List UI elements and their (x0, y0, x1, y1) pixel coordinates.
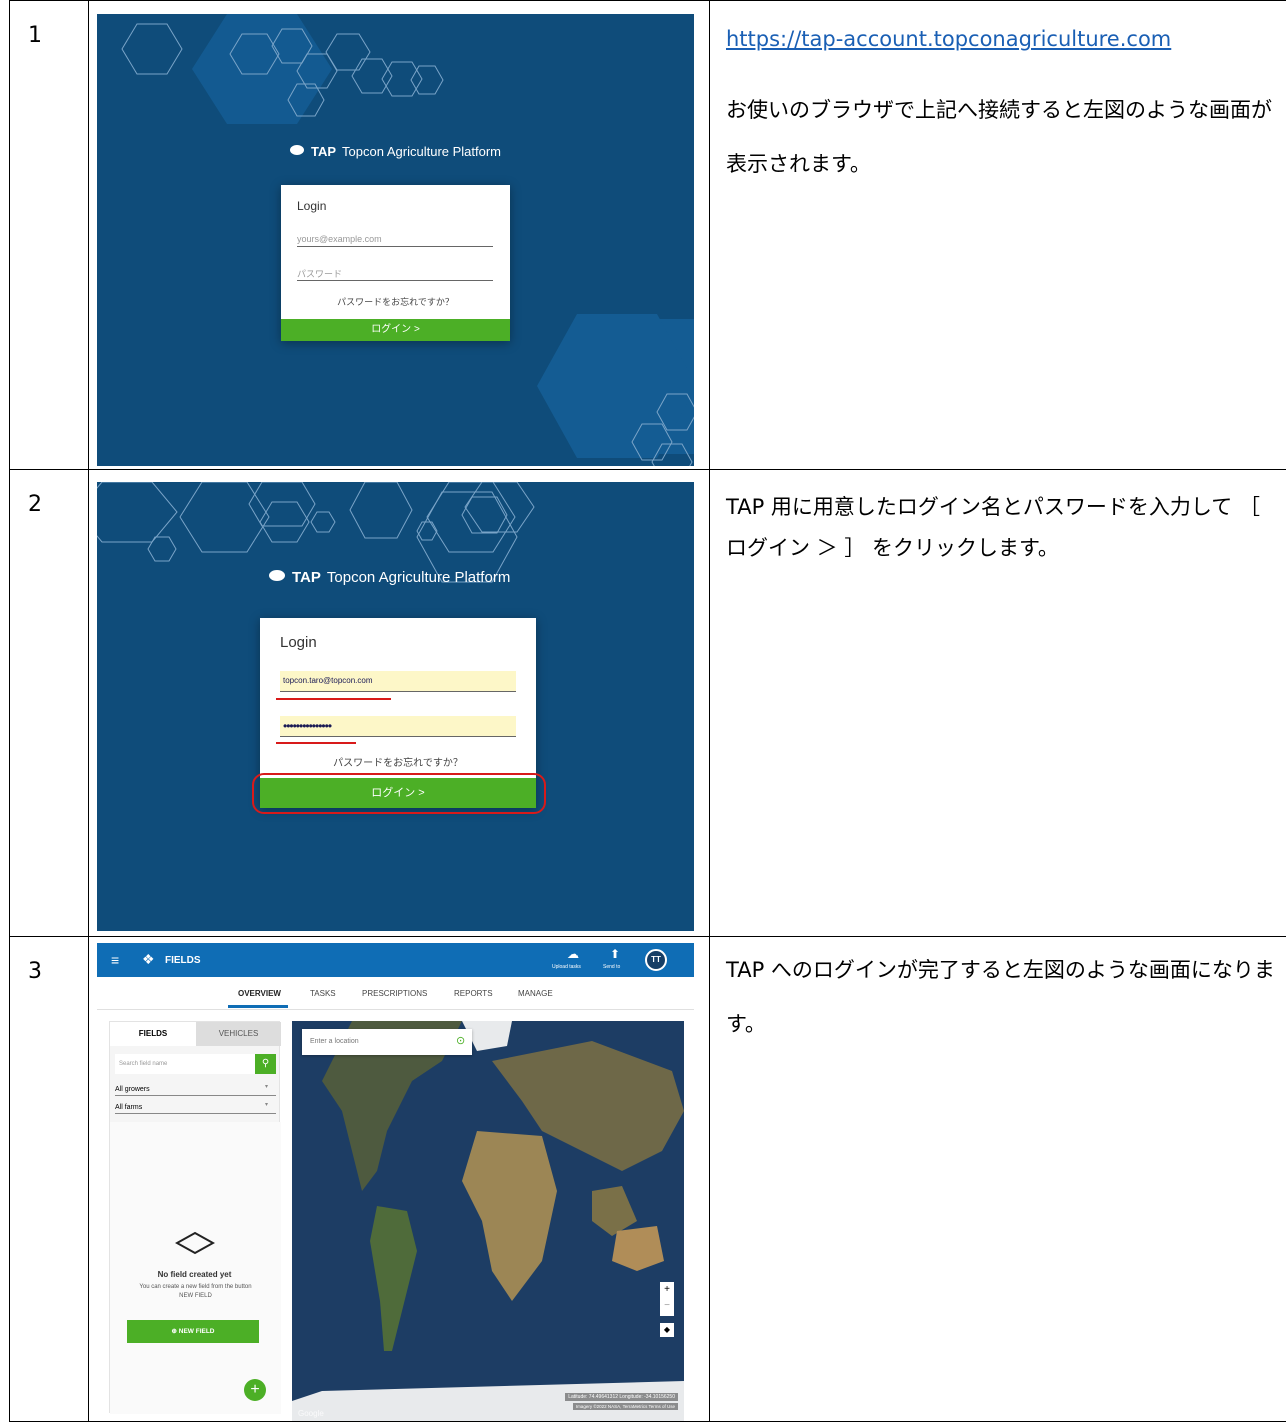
plus-circle-icon: ⊕ (171, 1328, 176, 1335)
email-field[interactable]: yours@example.com (297, 234, 493, 247)
layers-button[interactable]: ◆ (660, 1323, 674, 1337)
password-field[interactable]: パスワード (297, 267, 493, 281)
empty-title: No field created yet (110, 1270, 279, 1279)
new-field-button[interactable]: ⊕ NEW FIELD (127, 1320, 259, 1343)
login-title: Login (280, 634, 317, 651)
field-outline-icon (175, 1231, 215, 1255)
description-text: TAP 用に用意したログイン名とパスワードを入力して ［ ログイン ＞ ］ をク… (726, 487, 1286, 569)
step-number: 2 (10, 470, 89, 937)
description-text: お使いのブラウザで上記へ接続すると左図のような画面が表示されます。 (726, 83, 1286, 191)
zoom-control: + − (660, 1282, 674, 1316)
chevron-down-icon: ▾ (265, 1083, 268, 1090)
login-button[interactable]: ログイン > (281, 319, 510, 341)
tab-prescriptions[interactable]: PRESCRIPTIONS (362, 989, 427, 998)
location-placeholder: Enter a location (310, 1038, 359, 1045)
email-field[interactable]: topcon.taro@topcon.com (280, 671, 516, 692)
email-underline-annotation (276, 698, 391, 700)
app-title: FIELDS (165, 955, 201, 966)
brand-tap: TAP (311, 144, 336, 159)
growers-select[interactable]: All growers (115, 1082, 276, 1096)
password-field[interactable]: ••••••••••••••• (280, 716, 516, 737)
zoom-out-button[interactable]: − (660, 1298, 674, 1314)
menu-icon[interactable]: ≡ (111, 952, 119, 968)
login-card: Login yours@example.com パスワード パスワードをお忘れで… (281, 185, 510, 341)
account-url-link[interactable]: https://tap-account.topconagriculture.co… (726, 21, 1286, 57)
table-row: 2 (10, 470, 1286, 937)
farms-select[interactable]: All farms (115, 1100, 276, 1114)
avatar[interactable]: TT (645, 949, 667, 971)
tab-overview[interactable]: OVERVIEW (238, 989, 281, 998)
login-title: Login (297, 199, 326, 213)
brand-title: TAP Topcon Agriculture Platform (289, 144, 501, 159)
step-number: 3 (10, 937, 89, 1422)
new-field-label: NEW FIELD (179, 1328, 215, 1335)
tap-logo-icon (268, 569, 286, 586)
forgot-password-link[interactable]: パスワードをお忘れですか？ (281, 295, 510, 308)
upload-tasks-icon[interactable]: ☁ (567, 947, 579, 961)
tab-manage[interactable]: MANAGE (518, 989, 553, 998)
search-icon: ⚲ (262, 1058, 269, 1069)
location-search-input[interactable]: Enter a location ⊙ (302, 1029, 472, 1055)
brand-name: Topcon Agriculture Platform (342, 144, 501, 159)
instruction-table: 1 (9, 0, 1286, 1422)
add-fab-button[interactable]: + (244, 1379, 266, 1401)
fields-app-screenshot: ≡ ❖ FIELDS ☁ Upload tasks ⬆ Send to TT O… (97, 943, 694, 1421)
upload-tasks-label: Upload tasks (552, 964, 581, 970)
send-to-icon[interactable]: ⬆ (610, 947, 620, 961)
brand-name: Topcon Agriculture Platform (327, 569, 510, 586)
map-attribution: Imagery ©2022 NASA, TerraMetrics Terms o… (573, 1403, 678, 1410)
main-tabs: OVERVIEW TASKS PRESCRIPTIONS REPORTS MAN… (97, 977, 694, 1010)
app-header: ≡ ❖ FIELDS ☁ Upload tasks ⬆ Send to TT (97, 943, 694, 977)
screenshot-cell: TAP Topcon Agriculture Platform Login yo… (89, 1, 710, 470)
search-input[interactable]: Search field name (115, 1054, 255, 1074)
password-underline-annotation (276, 742, 356, 744)
description-text: TAP へのログインが完了すると左図のような画面になります。 (726, 943, 1286, 1051)
map-view[interactable]: Enter a location ⊙ + − ◆ Latitude: 74.49… (292, 1021, 684, 1421)
forgot-password-link[interactable]: パスワードをお忘れですか？ (260, 754, 536, 769)
search-button[interactable]: ⚲ (255, 1054, 276, 1074)
login-screenshot: TAP Topcon Agriculture Platform Login yo… (97, 14, 694, 466)
coordinates-readout: Latitude: 74.49641312 Longitude: -34.101… (565, 1393, 678, 1401)
chevron-down-icon: ▾ (265, 1101, 268, 1108)
screenshot-cell: TAP Topcon Agriculture Platform Login to… (89, 470, 710, 937)
send-to-label: Send to (603, 964, 620, 970)
description-cell: TAP へのログインが完了すると左図のような画面になります。 (710, 937, 1286, 1422)
login-screenshot: TAP Topcon Agriculture Platform Login to… (97, 482, 694, 931)
table-row: 1 (10, 1, 1286, 470)
plus-icon: + (250, 1381, 259, 1398)
login-button-highlight (252, 773, 546, 814)
empty-text: You can create a new field from the butt… (132, 1283, 259, 1301)
description-cell: https://tap-account.topconagriculture.co… (710, 1, 1286, 470)
tab-reports[interactable]: REPORTS (454, 989, 493, 998)
tap-logo-icon (289, 144, 305, 159)
screenshot-cell: ≡ ❖ FIELDS ☁ Upload tasks ⬆ Send to TT O… (89, 937, 710, 1422)
zoom-in-button[interactable]: + (660, 1282, 674, 1298)
satellite-map (292, 1021, 684, 1421)
layers-icon: ◆ (664, 1325, 670, 1334)
locate-pin-icon[interactable]: ⊙ (456, 1034, 465, 1047)
table-row: 3 ≡ ❖ FIELDS ☁ Upload tasks ⬆ Send to TT… (10, 937, 1286, 1422)
tab-vehicles[interactable]: VEHICLES (196, 1022, 281, 1046)
step-number: 1 (10, 1, 89, 470)
tab-tasks[interactable]: TASKS (310, 989, 336, 998)
fields-logo-icon: ❖ (142, 951, 155, 968)
description-cell: TAP 用に用意したログイン名とパスワードを入力して ［ ログイン ＞ ］ をク… (710, 470, 1286, 937)
active-tab-indicator (228, 1005, 288, 1008)
empty-list-area (110, 1122, 281, 1414)
fields-sidebar: FIELDS VEHICLES Search field name ⚲ All … (109, 1021, 280, 1413)
brand-tap: TAP (292, 569, 321, 586)
tab-fields[interactable]: FIELDS (110, 1022, 196, 1046)
brand-title: TAP Topcon Agriculture Platform (268, 569, 510, 586)
